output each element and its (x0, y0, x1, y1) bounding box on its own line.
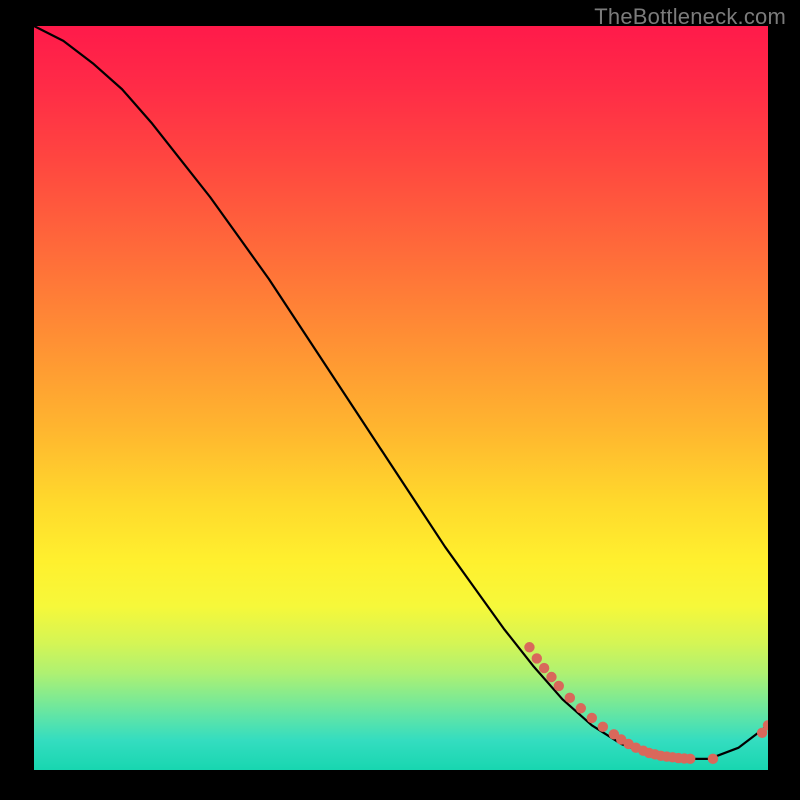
plot-gradient-background (34, 26, 768, 770)
watermark-label: TheBottleneck.com (594, 4, 786, 30)
chart-frame: TheBottleneck.com (0, 0, 800, 800)
